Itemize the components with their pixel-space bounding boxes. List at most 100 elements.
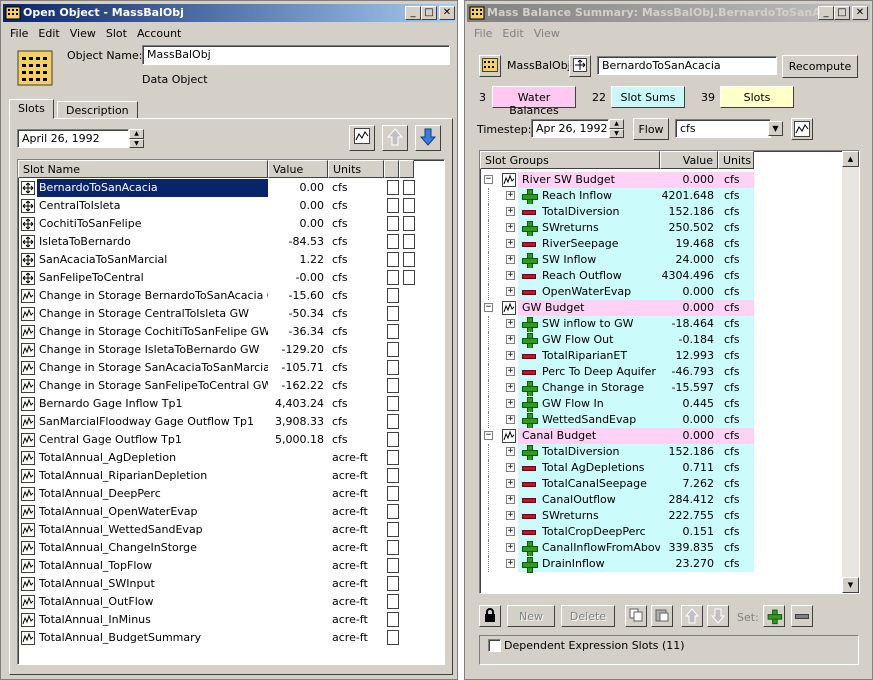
slot-flag-box[interactable] (387, 630, 399, 645)
close-button[interactable]: ✕ (852, 6, 868, 20)
slot-flag-box[interactable] (387, 540, 399, 555)
move-down-button[interactable] (707, 605, 729, 627)
expand-toggle[interactable]: + (506, 223, 515, 232)
table-row[interactable]: TotalAnnual_RiparianDepletion acre-ft (18, 467, 444, 485)
slot-flag-box[interactable] (387, 378, 399, 393)
table-row[interactable]: TotalAnnual_TopFlow acre-ft (18, 557, 444, 575)
expand-toggle[interactable]: + (506, 287, 515, 296)
set-plus-button[interactable] (763, 605, 785, 627)
tab-slots[interactable]: Slots (9, 99, 54, 119)
expand-toggle[interactable]: + (506, 255, 515, 264)
table-row[interactable]: CentralToIsleta 0.00 cfs (18, 197, 444, 215)
slot-flag-box[interactable] (387, 594, 399, 609)
dependent-slots-checkbox[interactable] (488, 639, 501, 652)
slot-flag-box[interactable] (387, 414, 399, 429)
slot-flag-box[interactable] (387, 468, 399, 483)
menu-file[interactable]: File (5, 25, 33, 42)
slot-item-row[interactable]: + SW Inflow 24.000 cfs (480, 252, 842, 269)
slot-flag-box[interactable] (387, 234, 399, 249)
table-row[interactable]: TotalAnnual_OutFlow acre-ft (18, 593, 444, 611)
slot-flag-box[interactable] (387, 180, 399, 195)
lock-button[interactable] (479, 605, 501, 627)
slots-button[interactable]: Slots (720, 86, 794, 108)
title-bar[interactable]: Open Object - MassBalObj _ □ ✕ (3, 4, 455, 22)
slot-name-field[interactable]: BernardoToSanAcacia (597, 56, 777, 75)
expand-toggle[interactable]: + (506, 527, 515, 536)
slot-group-row[interactable]: − GW Budget 0.000 cfs (480, 300, 842, 316)
table-row[interactable]: TotalAnnual_AgDepletion acre-ft (18, 449, 444, 467)
menu-edit[interactable]: Edit (497, 25, 528, 42)
expand-toggle[interactable]: + (506, 543, 515, 552)
slot-flag-box[interactable] (387, 522, 399, 537)
slot-item-row[interactable]: + TotalCanalSeepage 7.262 cfs (480, 476, 842, 492)
slot-item-row[interactable]: + TotalDiversion 152.186 cfs (480, 204, 842, 220)
table-row[interactable]: TotalAnnual_InMinus acre-ft (18, 611, 444, 629)
scroll-down-arrow[interactable]: ▼ (842, 577, 859, 593)
expand-toggle[interactable]: + (506, 415, 515, 424)
table-row[interactable]: SanFelipeToCentral -0.00 cfs (18, 269, 444, 287)
slot-flag-box[interactable] (403, 252, 415, 267)
slot-button[interactable] (569, 55, 591, 77)
table-row[interactable]: Change in Storage IsletaToBernardo GW -12… (18, 341, 444, 359)
menu-slot[interactable]: Slot (101, 25, 132, 42)
slot-flag-box[interactable] (403, 198, 415, 213)
object-name-field[interactable]: MassBalObj (142, 45, 450, 65)
column-header-units[interactable]: Units (718, 151, 754, 169)
expand-toggle[interactable]: + (506, 207, 515, 216)
column-header-value[interactable]: Value (268, 160, 328, 178)
chevron-down-icon[interactable]: ▼ (768, 121, 783, 136)
slot-item-row[interactable]: + TotalDiversion 152.186 cfs (480, 444, 842, 461)
slot-flag-box[interactable] (387, 504, 399, 519)
expand-toggle[interactable]: + (506, 479, 515, 488)
date-spin-up[interactable]: ▲ (129, 129, 144, 139)
slot-flag-box[interactable] (387, 432, 399, 447)
timestep-spin-up[interactable]: ▲ (609, 119, 624, 129)
slot-item-row[interactable]: + TotalCropDeepPerc 0.151 cfs (480, 524, 842, 540)
delete-button[interactable]: Delete (561, 605, 615, 627)
slot-flag-box[interactable] (387, 252, 399, 267)
table-row[interactable]: Change in Storage CochitiToSanFelipe GW -… (18, 323, 444, 341)
slot-flag-box[interactable] (387, 450, 399, 465)
slot-item-row[interactable]: + TotalRiparianET 12.993 cfs (480, 348, 842, 364)
expand-toggle[interactable]: + (506, 463, 515, 472)
slot-group-row[interactable]: − River SW Budget 0.000 cfs (480, 172, 842, 188)
slot-item-row[interactable]: + WettedSandEvap 0.000 cfs (480, 412, 842, 429)
expand-toggle[interactable]: + (506, 271, 515, 280)
maximize-button[interactable]: □ (834, 6, 850, 20)
collapse-toggle[interactable]: − (484, 431, 493, 440)
table-row[interactable]: IsletaToBernardo -84.53 cfs (18, 233, 444, 251)
plot-button[interactable] (349, 125, 375, 151)
expand-toggle[interactable]: + (506, 399, 515, 408)
expand-toggle[interactable]: + (506, 559, 515, 568)
slot-flag-box[interactable] (387, 342, 399, 357)
flow-button[interactable]: Flow (633, 118, 669, 140)
table-row[interactable]: TotalAnnual_OpenWaterEvap acre-ft (18, 503, 444, 521)
slot-item-row[interactable]: + GW Flow In 0.445 cfs (480, 396, 842, 413)
slot-group-row[interactable]: − Canal Budget 0.000 cfs (480, 428, 842, 444)
table-row[interactable]: TotalAnnual_DeepPerc acre-ft (18, 485, 444, 503)
slot-item-row[interactable]: + CanalOutflow 284.412 cfs (480, 492, 842, 508)
timestep-field[interactable]: Apr 26, 1992 (531, 119, 609, 138)
scroll-up-arrow[interactable]: ▲ (842, 151, 859, 167)
slot-flag-box[interactable] (387, 324, 399, 339)
move-down-button[interactable] (415, 125, 441, 151)
slot-item-row[interactable]: + SWreturns 222.755 cfs (480, 508, 842, 524)
slot-flag-box[interactable] (387, 486, 399, 501)
expand-toggle[interactable]: + (506, 383, 515, 392)
timestep-spin-down[interactable]: ▼ (609, 129, 624, 138)
maximize-button[interactable]: □ (421, 6, 437, 20)
copy-button[interactable] (625, 605, 647, 627)
date-field[interactable]: April 26, 1992 (17, 129, 129, 148)
paste-button[interactable] (651, 605, 673, 627)
expand-toggle[interactable]: + (506, 239, 515, 248)
menu-view[interactable]: View (529, 25, 565, 42)
slot-item-row[interactable]: + GW Flow Out -0.184 cfs (480, 332, 842, 349)
slot-flag-box[interactable] (403, 216, 415, 231)
water-balances-button[interactable]: Water Balances (492, 86, 576, 117)
set-minus-button[interactable] (791, 605, 813, 627)
table-row[interactable]: Change in Storage SanAcaciaToSanMarcial … (18, 359, 444, 377)
slot-item-row[interactable]: + Reach Outflow 4304.496 cfs (480, 268, 842, 284)
table-row[interactable]: Change in Storage SanFelipeToCentral GW -… (18, 377, 444, 395)
table-row[interactable]: Central Gage Outflow Tp1 5,000.18 cfs (18, 431, 444, 449)
slot-flag-box[interactable] (387, 558, 399, 573)
